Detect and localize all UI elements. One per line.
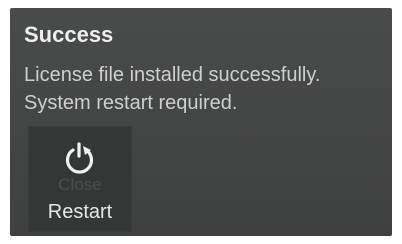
- dialog-message-line-1: License file installed successfully.: [24, 64, 321, 86]
- success-dialog: Success License file installed successfu…: [10, 8, 392, 236]
- restart-icon: [65, 142, 94, 174]
- restart-button-label: Restart: [47, 201, 113, 223]
- dialog-message-line-2: System restart required.: [24, 92, 238, 114]
- ghost-close-label: Close: [58, 175, 102, 194]
- restart-button[interactable]: Close Restart: [28, 126, 132, 232]
- screen: Success License file installed successfu…: [0, 0, 402, 244]
- dialog-title: Success: [24, 22, 114, 47]
